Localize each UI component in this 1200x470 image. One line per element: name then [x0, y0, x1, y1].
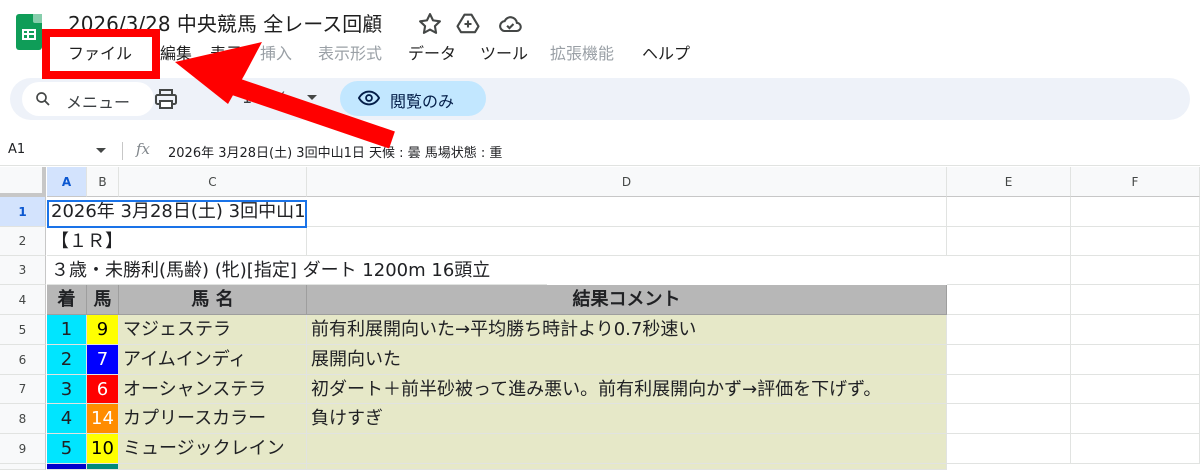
pointing-arrow-icon	[175, 42, 395, 149]
